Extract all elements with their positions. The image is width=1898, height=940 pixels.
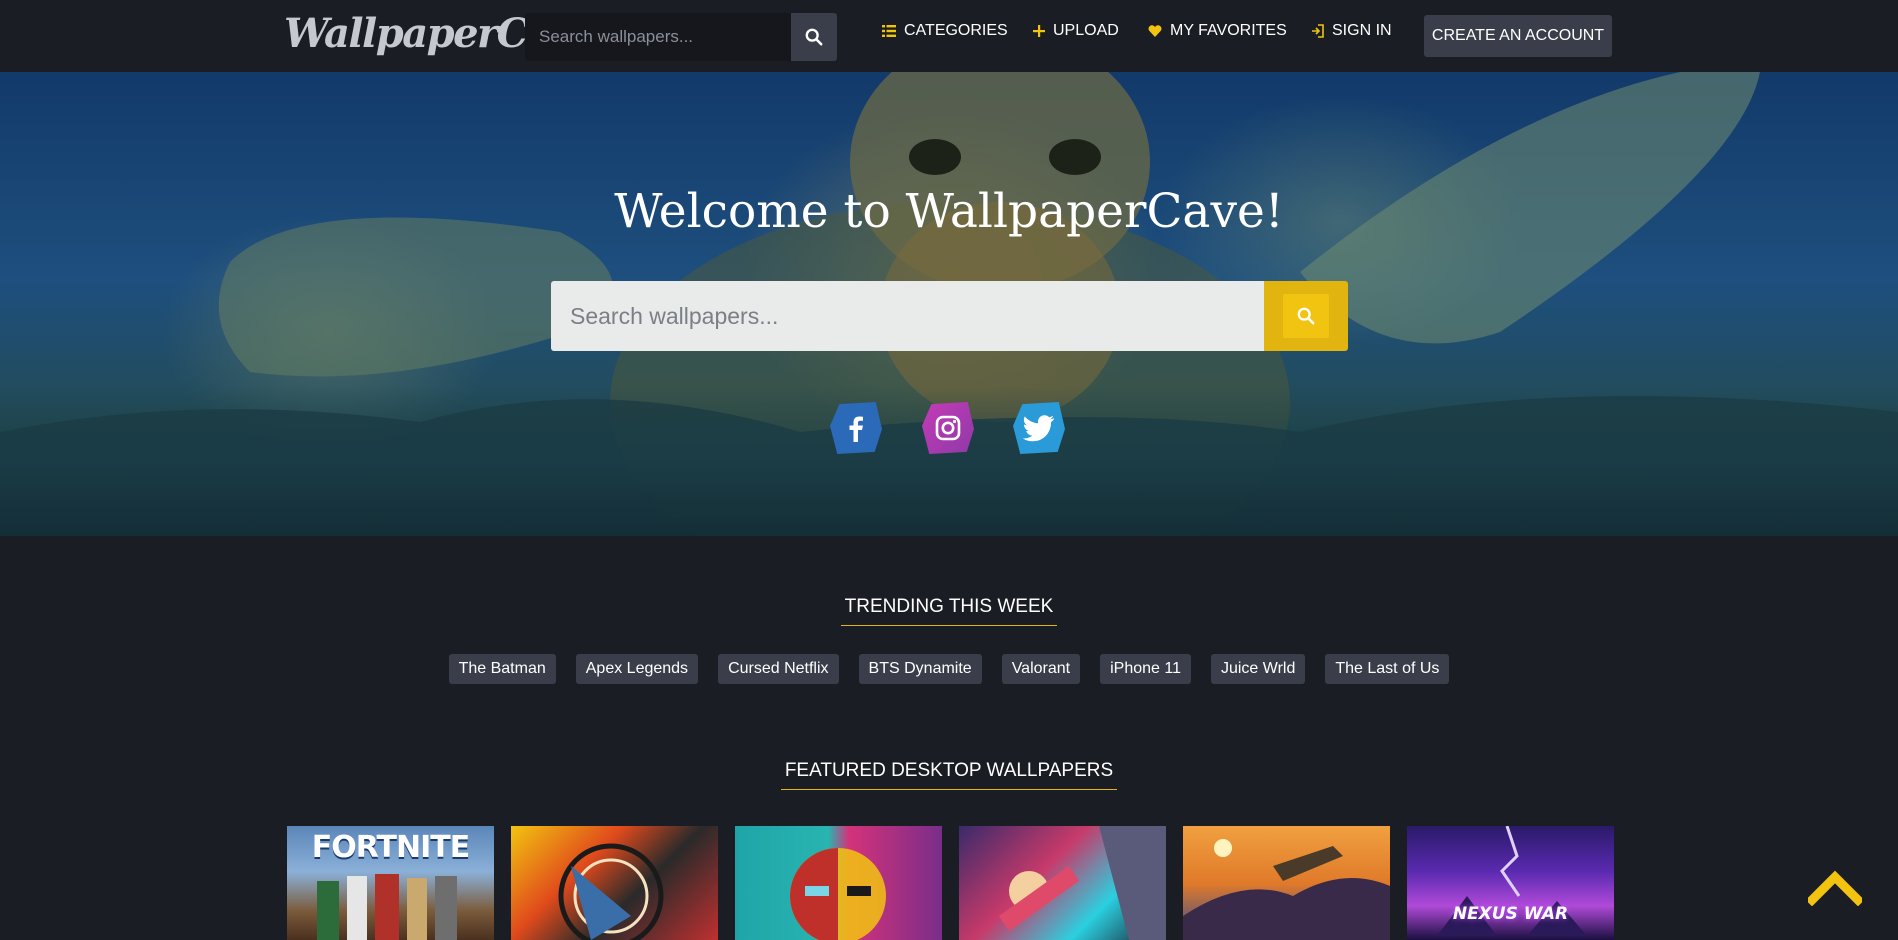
chevron-up-icon [1805, 870, 1865, 907]
hero-title: Welcome to WallpaperCave! [614, 184, 1284, 239]
trending-tag[interactable]: Apex Legends [575, 654, 699, 684]
wallpaper-thumbnail[interactable] [959, 826, 1166, 940]
nav-sign-in-link[interactable]: SIGN IN [1311, 22, 1392, 40]
nav-favorites-link[interactable]: MY FAVORITES [1148, 22, 1287, 40]
wallpaper-thumbnail[interactable] [735, 826, 942, 940]
trending-tag[interactable]: The Batman [448, 654, 556, 684]
nav-search-bar [525, 13, 837, 61]
featured-section-title: FEATURED DESKTOP WALLPAPERS [0, 760, 1898, 790]
thumbnail-title: NEXUS WAR [1452, 904, 1569, 924]
nav-favorites-label: MY FAVORITES [1170, 22, 1287, 39]
hero-search-bar [551, 281, 1348, 351]
trending-tag[interactable]: iPhone 11 [1100, 654, 1191, 684]
create-account-button[interactable]: CREATE AN ACCOUNT [1424, 15, 1612, 57]
featured-thumbnails: FORTNITE NEXUS WAR [287, 826, 1614, 940]
sign-in-icon [1311, 24, 1324, 38]
nav-upload-link[interactable]: UPLOAD [1033, 22, 1119, 40]
trending-title-text: TRENDING THIS WEEK [840, 596, 1058, 626]
list-icon [882, 25, 896, 37]
trending-tag[interactable]: BTS Dynamite [858, 654, 982, 684]
featured-title-text: FEATURED DESKTOP WALLPAPERS [780, 760, 1118, 790]
facebook-icon [849, 416, 863, 442]
hero-search-input[interactable] [551, 281, 1264, 351]
nav-upload-label: UPLOAD [1053, 22, 1119, 39]
instagram-icon [935, 415, 961, 441]
hero-search-button[interactable] [1264, 281, 1348, 351]
nav-categories-label: CATEGORIES [904, 22, 1008, 39]
nav-sign-in-label: SIGN IN [1332, 22, 1392, 39]
hero-banner: Welcome to WallpaperCave! [0, 72, 1898, 536]
nav-search-button[interactable] [791, 13, 837, 61]
wallpaper-thumbnail[interactable]: FORTNITE [287, 826, 494, 940]
thumbnail-image [790, 848, 886, 940]
trending-tag[interactable]: Juice Wrld [1210, 654, 1306, 684]
twitter-icon [1023, 415, 1054, 442]
trending-tag[interactable]: Valorant [1001, 654, 1081, 684]
nav-search-input[interactable] [525, 13, 791, 61]
heart-icon [1148, 25, 1162, 37]
thumbnail-image [1183, 839, 1390, 940]
wallpaper-thumbnail[interactable] [511, 826, 718, 940]
wallpaper-thumbnail[interactable] [1183, 826, 1390, 940]
thumbnail-image [558, 843, 664, 940]
trending-section-title: TRENDING THIS WEEK [0, 596, 1898, 626]
wallpaper-thumbnail[interactable]: NEXUS WAR [1407, 826, 1614, 940]
trending-tag[interactable]: Cursed Netflix [718, 654, 839, 684]
facebook-link[interactable] [830, 402, 882, 454]
thumbnail-image [999, 826, 1166, 940]
plus-icon [1033, 25, 1045, 37]
scroll-to-top-button[interactable] [1805, 870, 1865, 907]
top-navbar: WallpaperCave CATEGORIES UPLOAD MY FAVOR… [0, 0, 1898, 72]
trending-tag[interactable]: The Last of Us [1325, 654, 1450, 684]
hero-search-button-inner [1283, 294, 1329, 338]
instagram-link[interactable] [922, 402, 974, 454]
search-icon [805, 28, 823, 46]
twitter-link[interactable] [1013, 402, 1065, 454]
thumbnail-title: FORTNITE [311, 830, 470, 865]
nav-categories-link[interactable]: CATEGORIES [882, 22, 1008, 40]
search-icon [1297, 307, 1315, 325]
trending-tags: The Batman Apex Legends Cursed Netflix B… [0, 654, 1898, 684]
